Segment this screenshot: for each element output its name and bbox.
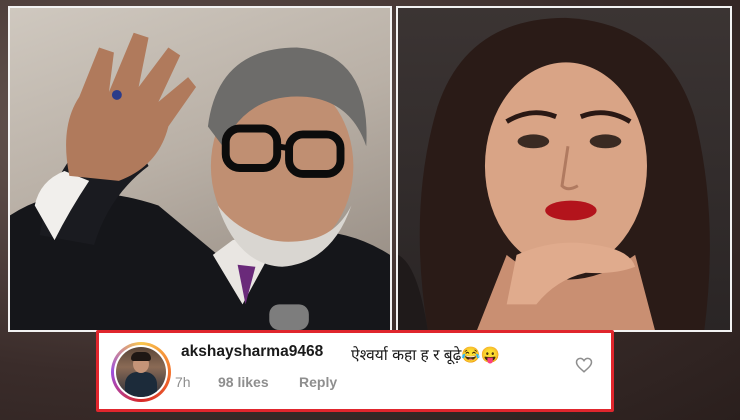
avatar-image <box>116 347 166 397</box>
woman-portrait-image <box>398 17 710 330</box>
reply-button[interactable]: Reply <box>299 374 337 390</box>
avatar-ring <box>114 345 168 399</box>
heart-icon[interactable] <box>575 356 593 374</box>
avatar[interactable] <box>111 342 171 402</box>
instagram-comment-card: akshaysharma9468 ऐश्वर्या कहा ह र बूढ़े😂… <box>96 330 614 412</box>
comment-likes[interactable]: 98 likes <box>218 374 269 390</box>
right-photo <box>396 6 732 332</box>
left-photo <box>8 6 392 332</box>
comment-text: ऐश्वर्या कहा ह र बूढ़े😂😛 <box>351 347 500 364</box>
comment-username[interactable]: akshaysharma9468 <box>181 343 323 361</box>
comment-time: 7h <box>175 374 191 390</box>
man-gesturing-image <box>10 32 390 330</box>
